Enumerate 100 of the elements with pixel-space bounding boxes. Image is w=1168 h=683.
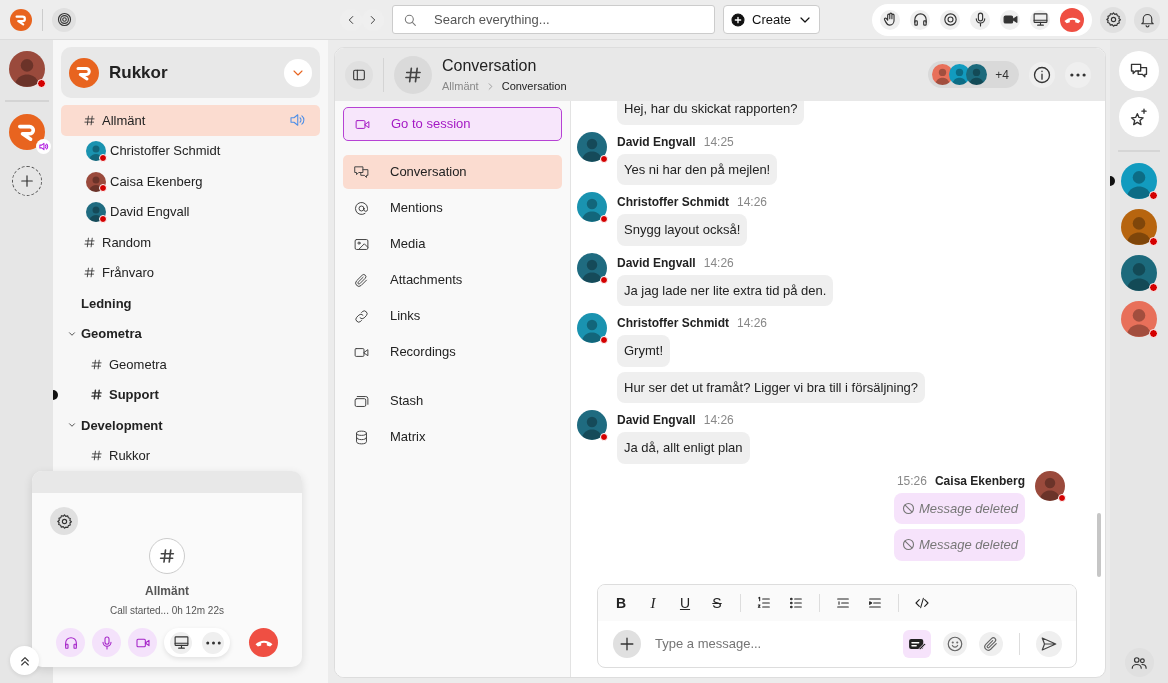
microphone-button[interactable] [970, 9, 990, 30]
paperclip-icon [353, 271, 370, 289]
author-name: David Engvall [617, 254, 696, 272]
strike-button[interactable]: S [704, 590, 730, 616]
screen-share-button[interactable] [1030, 9, 1050, 30]
phone-icon [1063, 15, 1081, 24]
screen-share-button[interactable] [170, 631, 192, 654]
app-logo [10, 8, 32, 31]
nav-item[interactable]: Conversation [343, 155, 562, 189]
hang-up-button[interactable] [249, 628, 278, 657]
sparkle-icon [1129, 107, 1149, 127]
database-icon [353, 428, 370, 446]
monitor-icon [172, 634, 190, 651]
toggle-sidebar-button[interactable] [345, 60, 373, 89]
member-item[interactable]: Christoffer Schmidt [61, 135, 320, 166]
hash-icon [83, 113, 96, 127]
deleted-message-text: Message deleted [919, 499, 1018, 518]
notifications-button[interactable] [1134, 6, 1160, 33]
nav-item[interactable]: Matrix [343, 420, 562, 454]
target-icon [941, 11, 959, 28]
more-button[interactable] [202, 631, 224, 654]
nav-item[interactable]: Media [343, 227, 562, 261]
attachments-icon [982, 635, 1000, 653]
scrollbar-thumb[interactable] [1097, 513, 1101, 577]
hang-up-button[interactable] [1060, 7, 1084, 32]
hash-icon [90, 357, 103, 371]
nav-item[interactable]: Links [343, 299, 562, 333]
phone-icon [254, 638, 273, 647]
gear-icon [1104, 11, 1122, 28]
nav-item[interactable]: Attachments [343, 263, 562, 297]
info-button[interactable] [1029, 61, 1055, 88]
channel-group[interactable]: Ledning [61, 288, 320, 319]
send-icon [1040, 635, 1058, 653]
message-time: 14:26 [703, 254, 734, 272]
blocked-icon [901, 500, 916, 516]
channel-item[interactable]: Rukkor [61, 440, 320, 471]
bold-button[interactable]: B [608, 590, 634, 616]
headphones-button[interactable] [910, 9, 930, 30]
deleted-message-text: Message deleted [919, 536, 1018, 554]
message-bubble: Ja då, allt enligt plan [617, 432, 750, 464]
dots-icon [205, 640, 221, 645]
hash-icon [90, 449, 103, 463]
unread-indicator [1110, 176, 1115, 186]
create-button[interactable]: Create [723, 5, 821, 34]
channel-group[interactable]: Geometra [61, 318, 320, 349]
nav-item[interactable]: Stash [343, 384, 562, 418]
search-field[interactable]: Search everything... [392, 5, 715, 34]
channel-group[interactable]: Development [61, 410, 320, 441]
send-button[interactable] [1036, 631, 1062, 657]
at-icon [353, 199, 370, 217]
author-name: David Engvall [617, 412, 696, 429]
hash-icon [83, 235, 96, 249]
file-button[interactable] [979, 632, 1003, 656]
target-button[interactable] [940, 9, 960, 30]
channel-item[interactable]: Geometra [61, 349, 320, 380]
italic-button[interactable]: I [640, 590, 666, 616]
channel-item[interactable]: Allmänt [61, 105, 320, 136]
nav-item[interactable]: Recordings [343, 335, 562, 369]
code-icon [914, 595, 930, 611]
hash-icon [90, 388, 103, 402]
message-time: 14:26 [737, 194, 768, 211]
emoji-button[interactable] [943, 632, 967, 656]
participants-button[interactable]: +4 [928, 61, 1019, 88]
attach-button[interactable] [613, 630, 641, 658]
raise-hand-button[interactable] [880, 9, 900, 30]
channel-item[interactable]: Frånvaro [61, 257, 320, 288]
author-name: Christoffer Schmidt [617, 194, 729, 211]
headphones-icon [62, 634, 79, 651]
message-bubble: Hej, har du skickat rapporten? [617, 101, 805, 125]
outdent-icon [835, 595, 851, 611]
message-time: 14:26 [737, 315, 768, 332]
member-item[interactable]: David Engvall [61, 196, 320, 227]
call-settings-button[interactable] [50, 507, 78, 535]
author-name: Christoffer Schmidt [617, 315, 729, 332]
smile-icon [946, 635, 964, 653]
channel-item[interactable]: Support [61, 379, 320, 410]
member-item[interactable]: Caisa Ekenberg [61, 166, 320, 197]
blocked-icon [901, 537, 916, 553]
channel-item[interactable]: Random [61, 227, 320, 258]
compose-mode-button[interactable] [903, 630, 931, 658]
author-name: David Engvall [617, 133, 696, 151]
ulist-icon [788, 595, 804, 611]
message-input[interactable]: Type a message... [653, 633, 891, 655]
message-bubble: Snygg layout också! [617, 214, 748, 246]
breadcrumb-item: Conversation [501, 79, 567, 95]
members-button[interactable] [1124, 648, 1154, 677]
chats-button[interactable] [1119, 51, 1159, 91]
radar-button[interactable] [52, 7, 76, 32]
message-time: 14:26 [703, 412, 734, 429]
go-to-session-button[interactable]: Go to session [343, 107, 562, 141]
message-bubble: Ja jag lade ner lite extra tid på den. [617, 274, 834, 306]
headphones-button[interactable] [56, 628, 85, 657]
favorites-button[interactable] [1119, 97, 1159, 137]
call-channel-name: Allmänt [145, 583, 189, 600]
settings-button[interactable] [1100, 6, 1126, 33]
underline-button[interactable]: U [672, 590, 698, 616]
nav-item[interactable]: Mentions [343, 191, 562, 225]
link-icon [353, 307, 370, 325]
olist-icon [756, 595, 772, 611]
message-bubble: Grymt! [617, 335, 670, 367]
